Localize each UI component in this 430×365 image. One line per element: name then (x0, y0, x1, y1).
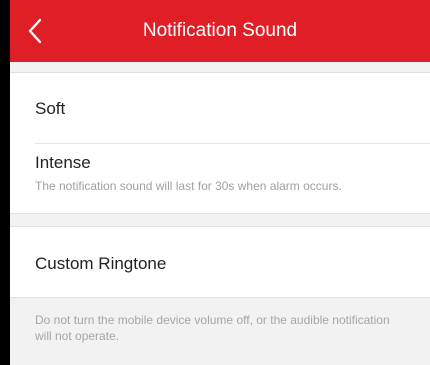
chevron-left-icon (28, 18, 42, 44)
section-spacer (10, 214, 430, 226)
screen-edge (0, 0, 10, 365)
option-soft[interactable]: Soft (10, 73, 430, 143)
option-label: Soft (35, 99, 66, 118)
custom-ringtone-label: Custom Ringtone (35, 254, 167, 273)
option-intense[interactable]: Intense The notification sound will last… (10, 143, 430, 213)
back-button[interactable] (18, 13, 54, 49)
divider (35, 143, 430, 144)
option-description: The notification sound will last for 30s… (35, 179, 342, 193)
custom-ringtone-row[interactable]: Custom Ringtone (10, 227, 430, 297)
option-label: Intense (35, 153, 91, 172)
app-header: Notification Sound (10, 0, 430, 62)
footer-note: Do not turn the mobile device volume off… (35, 313, 390, 343)
page-title: Notification Sound (142, 20, 298, 41)
section-spacer (10, 62, 430, 72)
divider (10, 297, 430, 298)
